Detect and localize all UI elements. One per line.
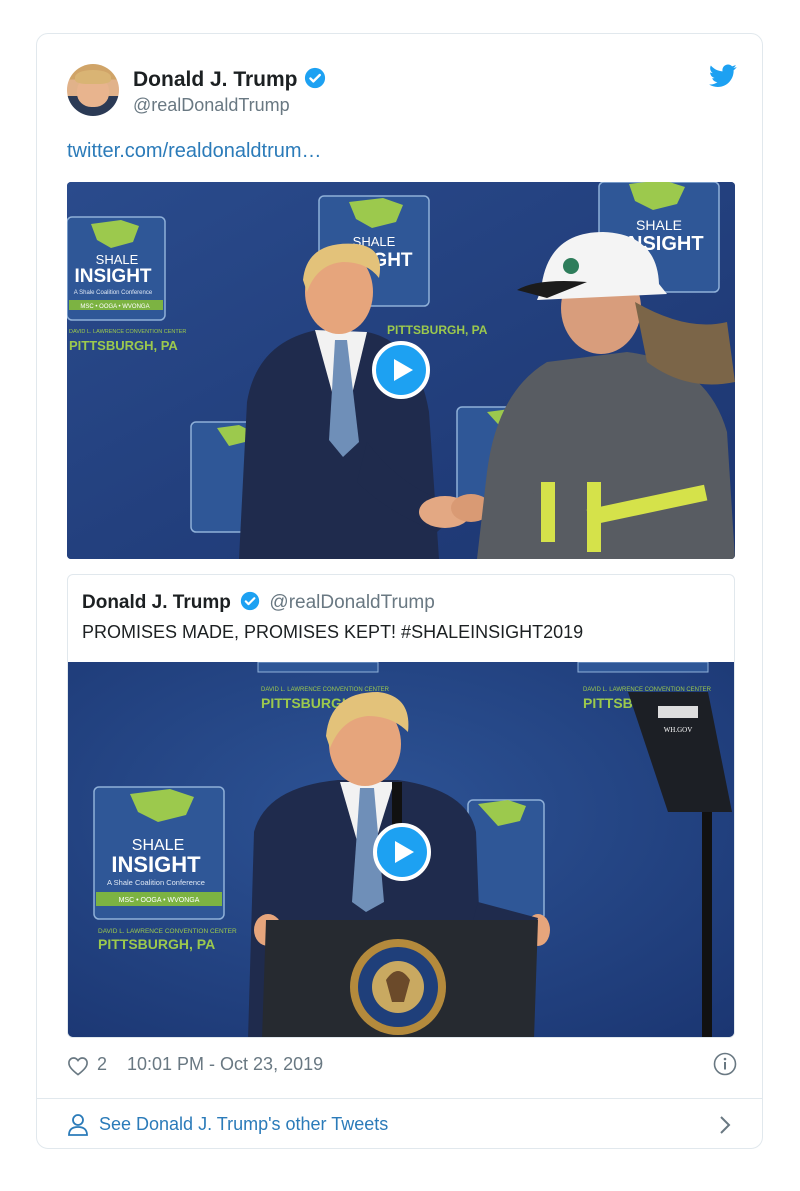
tweet-footer: 2 10:01 PM - Oct 23, 2019 xyxy=(67,1052,737,1082)
quoted-tweet[interactable]: Donald J. Trump @realDonaldTrump PROMISE… xyxy=(67,574,735,1038)
logo-left-line2: INSIGHT xyxy=(74,266,151,287)
logo-left-bar: MSC • OOGA • WVONGA xyxy=(80,304,149,310)
play-button[interactable] xyxy=(372,341,430,399)
heart-icon[interactable] xyxy=(67,1056,89,1076)
podium-logo-venue: DAVID L. LAWRENCE CONVENTION CENTER xyxy=(98,928,237,935)
divider xyxy=(37,1098,762,1099)
shale-logo-podium-right xyxy=(467,799,545,921)
tweet-card: Donald J. Trump @realDonaldTrump twitter… xyxy=(36,33,763,1149)
verified-badge-icon xyxy=(304,67,325,89)
play-icon xyxy=(395,841,414,863)
logo-left-line1: SHALE xyxy=(96,252,139,267)
twitter-bird-icon[interactable] xyxy=(709,64,737,88)
venue-top-left: DAVID L. LAWRENCE CONVENTION CENTER xyxy=(261,687,390,693)
play-button[interactable] xyxy=(373,823,431,881)
video-thumbnail-handshake[interactable]: SHALE INSIGHT A Shale Coalition Conferen… xyxy=(67,182,735,559)
like-count[interactable]: 2 xyxy=(97,1054,107,1075)
shale-logo-podium-left: SHALE INSIGHT A Shale Coalition Conferen… xyxy=(93,786,237,952)
play-icon xyxy=(394,359,413,381)
info-icon[interactable] xyxy=(713,1052,737,1076)
author-name-text[interactable]: Donald J. Trump xyxy=(133,68,298,91)
podium-logo-city: PITTSBURGH, PA xyxy=(98,936,215,952)
see-other-tweets-link[interactable]: See Donald J. Trump's other Tweets xyxy=(67,1113,737,1137)
chevron-right-icon[interactable] xyxy=(719,1115,731,1135)
person-icon xyxy=(68,1114,88,1136)
tweet-header: Donald J. Trump @realDonaldTrump xyxy=(67,64,737,120)
avatar-hair xyxy=(75,70,111,84)
logo-right-line1: SHALE xyxy=(636,217,682,233)
podium-logo-tag: A Shale Coalition Conference xyxy=(107,878,205,887)
video-thumbnail-podium[interactable]: DAVID L. LAWRENCE CONVENTION CENTER PITT… xyxy=(68,662,734,1037)
author-handle[interactable]: @realDonaldTrump xyxy=(133,95,290,116)
wh-gov-watermark: WH.GOV xyxy=(664,726,693,734)
quoted-tweet-header: Donald J. Trump @realDonaldTrump xyxy=(82,591,435,614)
tweet-link[interactable]: twitter.com/realdonaldtrum… xyxy=(67,140,322,163)
author-name[interactable]: Donald J. Trump xyxy=(133,67,326,92)
verified-badge-icon xyxy=(240,591,260,611)
quoted-author-handle[interactable]: @realDonaldTrump xyxy=(269,592,434,613)
timestamp[interactable]: 10:01 PM - Oct 23, 2019 xyxy=(127,1054,323,1075)
podium-logo-bar: MSC • OOGA • WVONGA xyxy=(119,897,200,904)
logo-center-city: PITTSBURGH, PA xyxy=(387,323,488,337)
quoted-author-name[interactable]: Donald J. Trump xyxy=(82,592,231,613)
logo-left-city: PITTSBURGH, PA xyxy=(69,338,178,353)
presidential-podium xyxy=(262,920,538,1037)
quoted-tweet-text: PROMISES MADE, PROMISES KEPT! #SHALEINSI… xyxy=(82,622,584,642)
avatar[interactable] xyxy=(67,64,119,116)
see-other-tweets-label[interactable]: See Donald J. Trump's other Tweets xyxy=(99,1114,388,1135)
podium-logo-line2: INSIGHT xyxy=(111,852,201,877)
logo-left-tag: A Shale Coalition Conference xyxy=(74,290,153,296)
logo-left-venue: DAVID L. LAWRENCE CONVENTION CENTER xyxy=(69,329,186,335)
